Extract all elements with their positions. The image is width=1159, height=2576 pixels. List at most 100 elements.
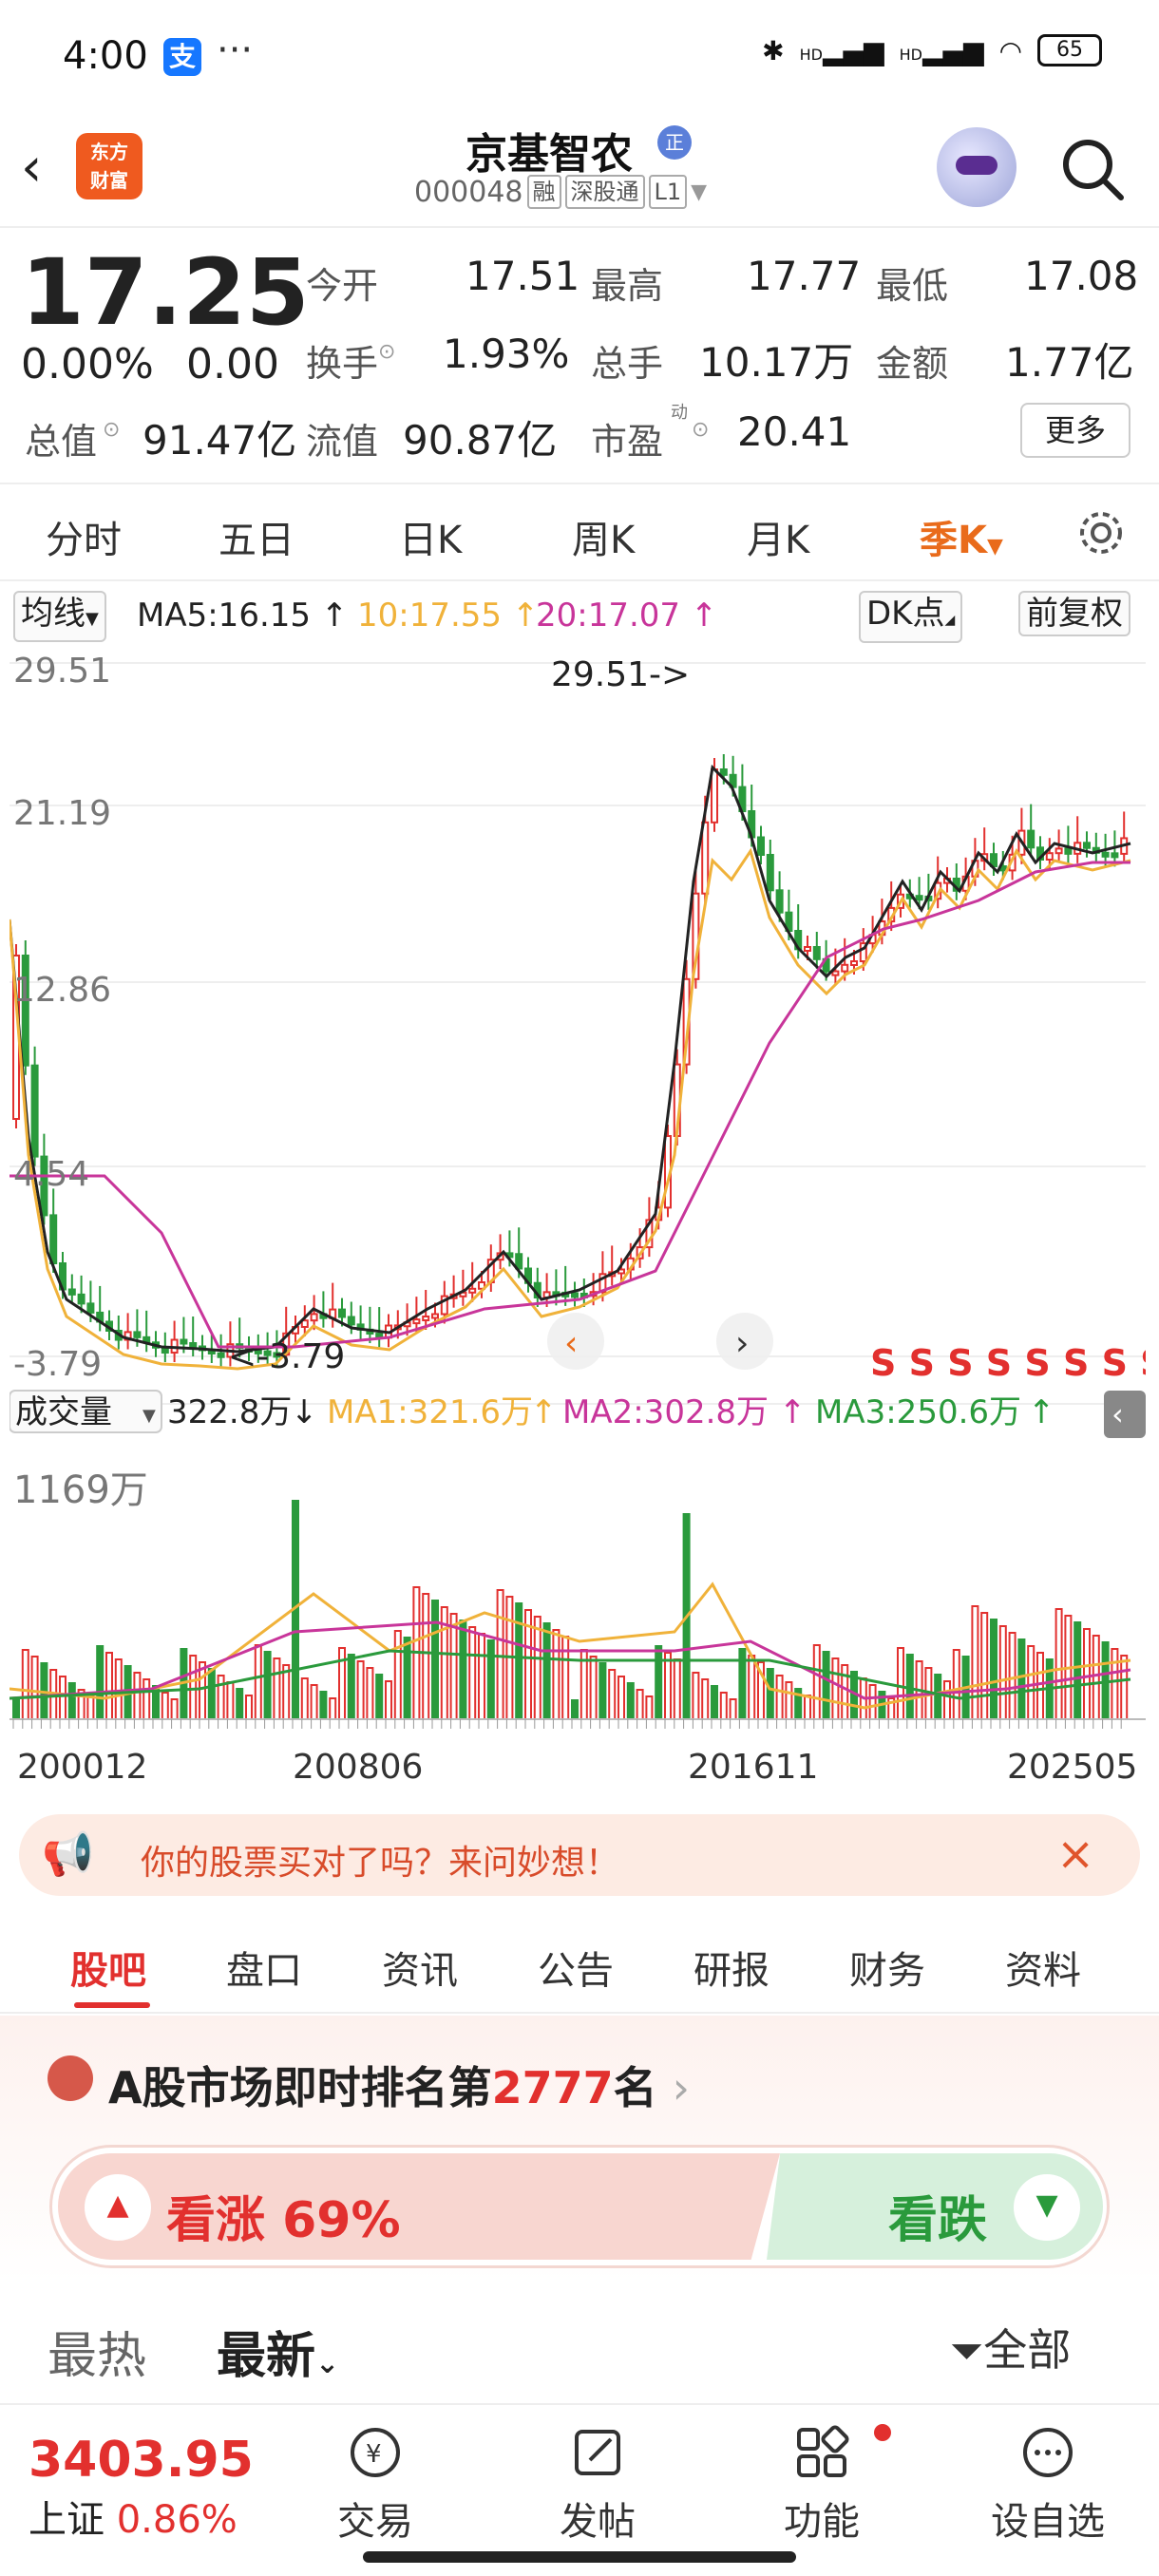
volume-bar	[1054, 1608, 1063, 1720]
signal-icon-1: HD▂▄▆	[799, 34, 884, 66]
turnover-info-icon[interactable]: ⊙	[378, 340, 395, 364]
volume-bar	[542, 1622, 551, 1720]
tab-guba[interactable]: 股吧	[70, 1940, 146, 1995]
volume-bar	[67, 1682, 76, 1720]
tab-finance[interactable]: 财务	[849, 1940, 925, 1995]
vol-ma2-arrow: ↑	[779, 1393, 807, 1431]
volume-bar	[21, 1649, 29, 1720]
volume-bar	[189, 1655, 198, 1720]
candle	[766, 854, 774, 892]
nav-functions[interactable]: 功能	[741, 2424, 902, 2546]
candle	[189, 1342, 198, 1349]
y-tick-3: 12.86	[13, 971, 111, 1010]
search-icon[interactable]	[1058, 135, 1127, 203]
promo-banner[interactable]: 📢 你的股票买对了吗？来问妙想！ ×	[19, 1814, 1140, 1896]
system-icons: ✱ HD▂▄▆ HD▂▄▆ ◠ 65	[762, 34, 1102, 66]
chevron-right-icon[interactable]: ›	[735, 1324, 749, 1363]
float-value: 90.87亿	[403, 417, 558, 464]
volume-bar	[486, 1639, 495, 1720]
stock-code-row[interactable]: 000048 融 深股通 L1 ▼	[414, 175, 707, 209]
chevron-left-icon[interactable]: ‹	[564, 1324, 578, 1363]
stock-name[interactable]: 京基智农	[466, 120, 633, 180]
tab-monthly-k[interactable]: 月K	[747, 509, 809, 564]
volume-bar	[636, 1689, 644, 1720]
ma20-text: 20:17.07	[536, 597, 681, 635]
candle	[77, 1293, 86, 1305]
sort-hot[interactable]: 最热	[48, 2316, 146, 2387]
status-bar: 4:00 支 ··· ✱ HD▂▄▆ HD▂▄▆ ◠ 65	[0, 0, 1159, 114]
volume-bar	[226, 1681, 235, 1720]
tab-pankou[interactable]: 盘口	[226, 1940, 302, 1995]
volume-bars	[12, 1500, 1129, 1720]
active-tab-indicator	[74, 2002, 150, 2008]
vote-up-text: 看涨	[166, 2192, 266, 2249]
volume-bar	[236, 1688, 244, 1720]
tag-margin: 融	[526, 175, 561, 209]
logo-line1: 东方	[90, 141, 128, 163]
nav-add-watch[interactable]: 设自选	[967, 2424, 1129, 2546]
sort-new[interactable]: 最新⌄	[217, 2316, 339, 2387]
volume-bar	[980, 1612, 989, 1720]
mktcap-info-icon[interactable]: ⊙	[103, 418, 120, 442]
tab-research[interactable]: 研报	[694, 1940, 770, 1995]
candle	[217, 1352, 225, 1358]
ma-selector[interactable]: 均线▼	[13, 591, 106, 642]
nav-post[interactable]: 发帖	[517, 2424, 678, 2546]
y-tick-5: -3.79	[13, 1345, 102, 1384]
tab-quarterly-k[interactable]: 季K▼	[920, 509, 1003, 564]
tab-weekly-k[interactable]: 周K	[572, 509, 635, 564]
period-tabs: 分时 五日 日K 周K 月K 季K▼	[0, 486, 1159, 581]
ma20-value: 20:17.07 ↑	[536, 597, 717, 635]
index-widget[interactable]: 3403.95 上证 0.86%	[28, 2432, 254, 2544]
tab-intraday[interactable]: 分时	[46, 509, 122, 564]
tab-news[interactable]: 资讯	[382, 1940, 458, 1995]
more-button[interactable]: 更多	[1020, 403, 1130, 458]
volume-bar	[1008, 1632, 1016, 1720]
pe-info-icon[interactable]: ⊙	[692, 418, 709, 442]
chevron-left-icon[interactable]: ‹	[1112, 1396, 1124, 1432]
volume-bar	[822, 1651, 830, 1720]
volume-bar	[96, 1645, 104, 1720]
tab-announcements[interactable]: 公告	[538, 1940, 614, 1995]
volume-bar	[170, 1698, 179, 1720]
change-pct: 0.00%	[21, 340, 154, 388]
assistant-robot-avatar[interactable]	[937, 127, 1016, 207]
vote-down-icon[interactable]: ▼	[1014, 2174, 1080, 2241]
candlesticks	[12, 754, 1129, 1367]
vote-up-icon[interactable]: ▲	[85, 2174, 151, 2241]
change-value: 0.00	[186, 340, 279, 388]
candle	[133, 1331, 142, 1338]
dk-point-button[interactable]: DK点◢	[859, 591, 963, 643]
nav-trade[interactable]: ¥ 交易	[294, 2424, 456, 2546]
info-tabs: 股吧 盘口 资讯 公告 研报 财务 资料	[0, 1909, 1159, 2014]
volume-bar	[673, 1658, 681, 1720]
candle	[468, 1287, 477, 1294]
y-tick-4: 4.54	[13, 1155, 89, 1194]
sort-new-label: 最新	[217, 2328, 316, 2385]
volume-bar	[692, 1672, 700, 1720]
volume-bar	[431, 1600, 439, 1720]
volume-bar	[133, 1672, 142, 1720]
vol-ma3: MA3:250.6万	[815, 1393, 1021, 1431]
collapse-panel-button[interactable]	[1104, 1391, 1146, 1438]
volume-bar	[645, 1695, 654, 1720]
ma5-text: MA5:16.15	[137, 597, 312, 635]
volume-bar	[1027, 1645, 1036, 1720]
kline-chart[interactable]: 29.51 21.19 12.86 4.54 -3.79 29.51-> <-3…	[10, 644, 1146, 1803]
trade-icon: ¥	[351, 2428, 400, 2477]
volume-bar	[1111, 1648, 1119, 1720]
volume-bar	[273, 1657, 281, 1720]
volume-bar	[589, 1656, 598, 1720]
close-icon[interactable]: ×	[1056, 1828, 1094, 1881]
gear-icon[interactable]	[1075, 507, 1127, 559]
tab-profile[interactable]: 资料	[1005, 1940, 1081, 1995]
adjust-button[interactable]: 前复权	[1018, 591, 1130, 636]
back-arrow-icon[interactable]: ‹	[21, 137, 42, 199]
vol-ma2: MA2:302.8万	[562, 1393, 769, 1431]
volume-bar	[1083, 1628, 1091, 1720]
filter-button[interactable]: ⏷全部	[950, 2316, 1071, 2378]
tab-five-day[interactable]: 五日	[218, 509, 294, 564]
ranking-title[interactable]: A股市场即时排名第2777名 ›	[108, 2054, 690, 2116]
tab-daily-k[interactable]: 日K	[399, 509, 462, 564]
moving-average-lines	[10, 764, 1131, 1371]
